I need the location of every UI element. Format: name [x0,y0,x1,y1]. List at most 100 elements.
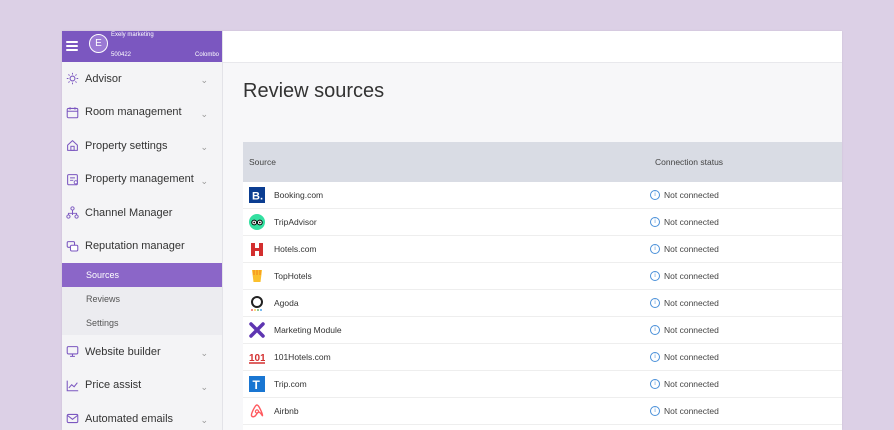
menu-icon[interactable] [66,39,78,53]
sidebar-item-price-assist[interactable]: Price assist ⌄ [62,369,222,403]
sidebar-item-property-management[interactable]: Property management ⌄ [62,163,222,197]
tripadvisor-logo-icon [249,214,265,230]
chevron-down-icon: ⌄ [200,142,208,152]
chart-icon [66,379,79,392]
sidebar-item-channel-manager[interactable]: Channel Manager [62,196,222,230]
sidebar-item-property-settings[interactable]: Property settings ⌄ [62,129,222,163]
sidebar-item-room-management[interactable]: Room management ⌄ [62,96,222,130]
status-text: Not connected [664,217,719,227]
lightbulb-icon [66,72,79,85]
chevron-down-icon: ⌄ [200,108,208,119]
table-row[interactable]: B. Booking.com i Not connected [243,182,842,209]
sidebar-item-label: Property management [85,173,194,186]
airbnb-logo-icon [249,403,265,419]
chevron-down-icon: ⌄ [200,415,208,425]
table-header: Source Connection status [243,142,842,182]
source-name: 101Hotels.com [274,352,331,362]
status-text: Not connected [664,352,719,362]
connection-status: i Not connected [650,244,719,254]
info-icon: i [650,352,660,362]
sidebar-item-automated-emails[interactable]: Automated emails ⌄ [62,402,222,430]
connection-status: i Not connected [650,406,719,416]
main-content: Review sources Source Connection status … [223,63,842,430]
status-text: Not connected [664,325,719,335]
status-text: Not connected [664,271,719,281]
home-icon [66,139,79,152]
clipboard-icon [66,173,79,186]
sidebar-item-website-builder[interactable]: Website builder ⌄ [62,335,222,369]
info-icon: i [650,406,660,416]
hierarchy-icon [66,206,79,219]
table-row[interactable]: 101 101Hotels.com i Not connected [243,344,842,371]
table-row[interactable]: Hotels.com i Not connected [243,236,842,263]
table-row[interactable]: TopHotels i Not connected [243,263,842,290]
table-row[interactable]: TripAdvisor i Not connected [243,209,842,236]
source-name: TopHotels [274,271,312,281]
chat-icon [66,240,79,253]
info-icon: i [650,298,660,308]
sidebar-subitem-reviews[interactable]: Reviews [62,287,222,311]
column-header-source: Source [249,157,276,167]
table-row[interactable]: Agoda i Not connected [243,290,842,317]
sidebar-item-label: Price assist [85,379,142,392]
sidebar-item-advisor[interactable]: Advisor ⌄ [62,62,222,96]
info-icon: i [650,271,660,281]
source-name: Hotels.com [274,244,317,254]
table-row[interactable]: Airbnb i Not connected [243,398,842,425]
calendar-icon [66,106,79,119]
info-icon: i [650,379,660,389]
top-bar [223,31,842,63]
marketing-module-logo-icon [249,322,265,338]
sidebar-subitem-settings[interactable]: Settings [62,311,222,335]
sidebar-subitem-sources[interactable]: Sources [62,263,222,287]
svg-text:T: T [253,378,261,392]
chevron-down-icon: ⌄ [200,381,208,392]
app-window: E Exely marketing 500422 Colombo Advisor… [62,31,842,430]
trip-com-logo-icon: T [249,376,265,392]
info-icon: i [650,217,660,227]
connection-status: i Not connected [650,190,719,200]
status-text: Not connected [664,190,719,200]
sidebar-item-label: Reputation manager [85,240,185,253]
account-city: Colombo [194,52,219,58]
page-title: Review sources [243,80,385,102]
source-name: Airbnb [274,406,299,416]
connection-status: i Not connected [650,217,719,227]
chevron-down-icon: ⌄ [200,75,208,85]
mail-icon [66,412,79,425]
sidebar: E Exely marketing 500422 Colombo Advisor… [62,31,223,430]
status-text: Not connected [664,379,719,389]
sidebar-item-label: Channel Manager [85,206,173,219]
source-name: Booking.com [274,190,324,200]
table-row[interactable]: Marketing Module i Not connected [243,317,842,344]
status-text: Not connected [664,298,719,308]
source-name: TripAdvisor [274,217,317,227]
sidebar-item-label: Website builder [85,345,161,358]
monitor-icon [66,345,79,358]
column-header-status: Connection status [655,157,724,167]
sidebar-item-label: Advisor [85,72,122,85]
source-name: Trip.com [274,379,307,389]
sources-table: Source Connection status B. Booking.com … [243,142,842,430]
source-name: Agoda [274,298,299,308]
connection-status: i Not connected [650,298,719,308]
agoda-logo-icon [249,295,265,311]
chevron-down-icon: ⌄ [200,175,208,186]
info-icon: i [650,190,660,200]
account-header: E Exely marketing 500422 Colombo [62,31,222,62]
info-icon: i [650,244,660,254]
connection-status: i Not connected [650,271,719,281]
avatar[interactable]: E [89,34,108,53]
source-name: Marketing Module [274,325,342,335]
connection-status: i Not connected [650,325,719,335]
sidebar-item-reputation-manager[interactable]: Reputation manager [62,230,222,264]
table-row[interactable]: T Trip.com i Not connected [243,371,842,398]
connection-status: i Not connected [650,352,719,362]
sidebar-item-label: Property settings [85,139,168,152]
status-text: Not connected [664,406,719,416]
status-text: Not connected [664,244,719,254]
sidebar-item-label: Automated emails [85,412,174,425]
101hotels-logo-icon: 101 [249,349,265,365]
account-id: 500422 [111,52,132,58]
svg-text:B.: B. [252,191,263,203]
